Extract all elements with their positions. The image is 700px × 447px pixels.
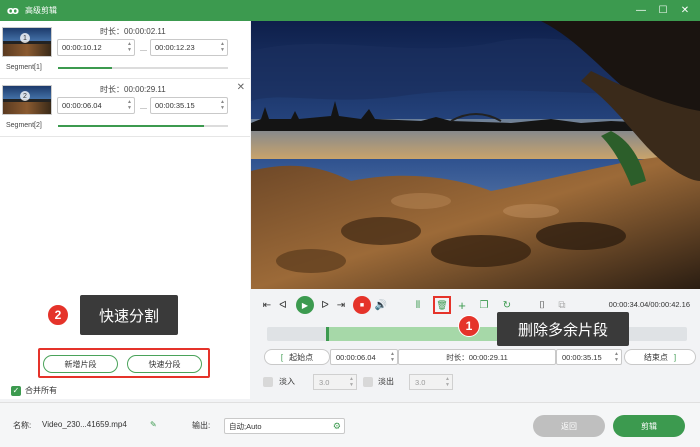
previous-frame-icon[interactable]: ᐊ xyxy=(276,296,290,314)
output-value: 自动;Auto xyxy=(229,421,262,431)
end-point-button[interactable]: 结束点] xyxy=(624,349,696,365)
video-preview[interactable] xyxy=(251,21,700,289)
delete-segment-icon[interactable]: 🗑 xyxy=(433,296,451,314)
segment-duration: 时长：00:00:02.11 xyxy=(100,27,166,36)
segment-start-value: 00:00:10.12 xyxy=(62,43,102,52)
spinner-icon[interactable]: ▲ ▼ xyxy=(127,41,132,53)
segment-item[interactable]: 1 Segment[1] 时长：00:00:02.11 00:00:10.12 … xyxy=(0,23,250,79)
range-separator: — xyxy=(140,47,147,54)
spinner-icon[interactable]: ▲ ▼ xyxy=(220,41,225,53)
merge-all-label: 合并所有 xyxy=(25,386,57,395)
split-icon[interactable]: ⫴ xyxy=(410,296,426,314)
output-label: 输出: xyxy=(192,421,211,430)
segment-start-value: 00:00:06.04 xyxy=(62,101,102,110)
segment-progress-fill xyxy=(58,125,205,127)
fade-out-value: 3.0 xyxy=(415,377,426,387)
duration-value: 时长：00:00:29.11 xyxy=(446,352,508,362)
segment-start-input[interactable]: 00:00:10.12 ▲ ▼ xyxy=(57,39,135,56)
fade-out-label: 淡出 xyxy=(378,377,394,386)
spinner-icon[interactable]: ▲ ▼ xyxy=(614,351,619,363)
remove-segment-icon[interactable]: ✕ xyxy=(237,82,245,93)
fade-in-value: 3.0 xyxy=(319,377,330,387)
set-start-icon[interactable]: ⇤ xyxy=(260,296,274,314)
end-time-input[interactable]: 00:00:35.15 ▲ ▼ xyxy=(556,349,622,365)
edit-button[interactable]: 剪辑 xyxy=(613,415,685,437)
edit-name-icon[interactable]: ✎ xyxy=(150,420,157,429)
segment-action-highlight: 新增片段 快速分段 xyxy=(38,348,210,378)
playback-time: 00:00:34.04/00:00:42.16 xyxy=(608,300,690,309)
file-name: Video_230...41659.mp4 xyxy=(42,420,127,429)
playback-controls: ⇤ ᐊ ▶ ᐅ ⇥ ■ 🔊 ⫴ 🗑 + ❐ ↻ ⌷ ⧉ 00:00:34.04/… xyxy=(256,294,696,316)
name-label: 名称: xyxy=(13,421,32,430)
close-icon[interactable]: ✕ xyxy=(674,0,696,21)
app-logo-icon: ꝏ xyxy=(6,5,20,17)
spinner-icon[interactable]: ▲ ▼ xyxy=(445,376,450,388)
output-select[interactable]: 自动;Auto ⚙ xyxy=(224,418,345,434)
segment-number: 1 xyxy=(20,33,30,43)
segment-end-input[interactable]: 00:00:35.15 ▲ ▼ xyxy=(150,97,228,114)
checkmark-icon: ✓ xyxy=(11,385,21,396)
segment-start-input[interactable]: 00:00:06.04 ▲ ▼ xyxy=(57,97,135,114)
window-title: 高级剪辑 xyxy=(25,6,57,15)
footer-bar: 名称: Video_230...41659.mp4 ✎ 输出: 自动;Auto … xyxy=(0,402,700,447)
spinner-icon[interactable]: ▲ ▼ xyxy=(127,99,132,111)
title-bar: ꝏ 高级剪辑 — ☐ ✕ xyxy=(0,0,700,21)
play-button[interactable]: ▶ xyxy=(296,296,314,314)
next-frame-icon[interactable]: ᐅ xyxy=(318,296,332,314)
merge-all-checkbox[interactable]: ✓ 合并所有 xyxy=(11,385,57,396)
callout-delete-segments: 删除多余片段 xyxy=(497,312,629,346)
segment-duration: 时长：00:00:29.11 xyxy=(100,85,166,94)
fade-in-checkbox[interactable] xyxy=(263,377,273,387)
segment-label: Segment[2] xyxy=(6,122,42,129)
segment-end-input[interactable]: 00:00:12.23 ▲ ▼ xyxy=(150,39,228,56)
duration-display: 时长：00:00:29.11 xyxy=(398,349,556,365)
start-point-button[interactable]: [起始点 xyxy=(264,349,330,365)
end-time-value: 00:00:35.15 xyxy=(562,352,602,362)
segment-progress-bar xyxy=(58,67,228,69)
start-point-label: 起始点 xyxy=(289,352,314,362)
maximize-icon[interactable]: ☐ xyxy=(652,0,674,21)
quick-split-button[interactable]: 快速分段 xyxy=(127,355,202,373)
set-end-icon[interactable]: ⇥ xyxy=(334,296,348,314)
spinner-icon[interactable]: ▲ ▼ xyxy=(220,99,225,111)
callout-number-badge: 1 xyxy=(458,315,480,337)
start-time-value: 00:00:06.04 xyxy=(336,352,376,362)
trim-row: [起始点 00:00:06.04 ▲ ▼ 时长：00:00:29.11 00:00… xyxy=(264,349,696,365)
start-time-input[interactable]: 00:00:06.04 ▲ ▼ xyxy=(330,349,398,365)
volume-icon[interactable]: 🔊 xyxy=(374,296,388,314)
range-separator: — xyxy=(140,105,147,112)
copy-icon[interactable]: ❐ xyxy=(477,296,491,314)
segment-list: 1 Segment[1] 时长：00:00:02.11 00:00:10.12 … xyxy=(0,21,250,399)
segment-number: 2 xyxy=(20,91,30,101)
callout-number-badge: 2 xyxy=(47,304,69,326)
add-icon[interactable]: + xyxy=(455,296,469,314)
spinner-icon[interactable]: ▲ ▼ xyxy=(349,376,354,388)
fade-in-input[interactable]: 3.0 ▲ ▼ xyxy=(313,374,357,390)
preview-image xyxy=(251,21,700,289)
segment-label: Segment[1] xyxy=(6,64,42,71)
minimize-icon[interactable]: — xyxy=(630,0,652,21)
segment-end-value: 00:00:35.15 xyxy=(155,101,195,110)
end-point-label: 结束点 xyxy=(643,352,668,362)
gear-icon[interactable]: ⚙ xyxy=(333,421,341,432)
fade-out-input[interactable]: 3.0 ▲ ▼ xyxy=(409,374,453,390)
callout-quick-split: 快速分割 xyxy=(80,295,178,335)
fade-row: 淡入 3.0 ▲ ▼ 淡出 3.0 ▲ ▼ xyxy=(263,374,463,390)
back-button[interactable]: 返回 xyxy=(533,415,605,437)
segment-end-value: 00:00:12.23 xyxy=(155,43,195,52)
segment-progress-fill xyxy=(58,67,113,69)
segment-progress-bar xyxy=(58,125,228,127)
spinner-icon[interactable]: ▲ ▼ xyxy=(390,351,395,363)
stop-button[interactable]: ■ xyxy=(353,296,371,314)
fade-in-label: 淡入 xyxy=(279,377,295,386)
segment-item[interactable]: 2 Segment[2] 时长：00:00:29.11 ✕ 00:00:06.0… xyxy=(0,81,250,137)
fade-out-checkbox[interactable] xyxy=(363,377,373,387)
add-segment-button[interactable]: 新增片段 xyxy=(43,355,118,373)
